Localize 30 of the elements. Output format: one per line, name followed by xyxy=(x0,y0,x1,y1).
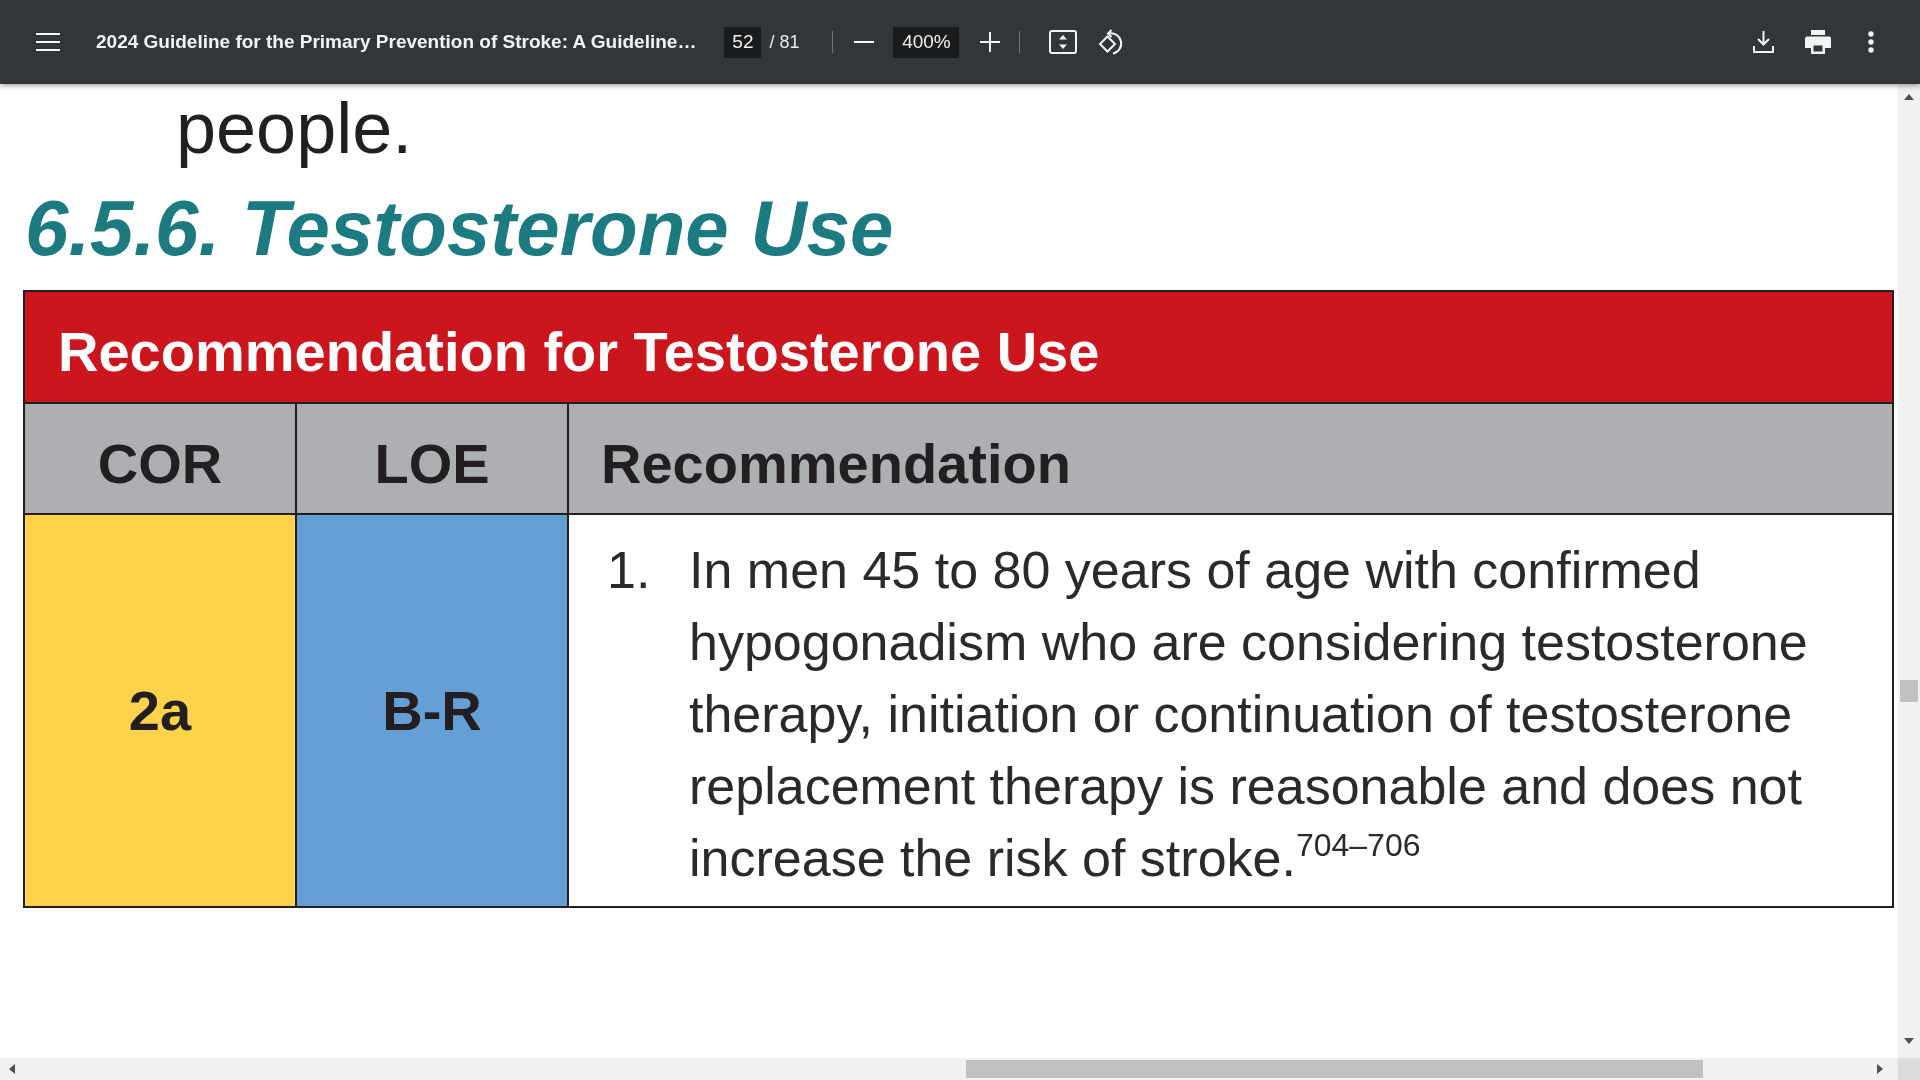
body-text: people. xyxy=(176,88,413,168)
scrollbar-thumb[interactable] xyxy=(1900,680,1918,702)
recommendation-text: In men 45 to 80 years of age with confirmed hypogonadism who are considering testosterone therapy, initiation or continuation of testosterone replacement therapy is reasonable and does not increase the risk of stroke.$^{704–706}$ xyxy=(689,540,1809,889)
scroll-right-arrow-icon[interactable] xyxy=(1877,1064,1883,1074)
section-heading: 6.5.6. Testosterone Use xyxy=(25,183,894,274)
scrollbar-corner xyxy=(1898,1058,1920,1080)
zoom-in-icon[interactable] xyxy=(980,32,1001,52)
more-options-icon[interactable] xyxy=(1868,31,1874,53)
scroll-left-arrow-icon[interactable] xyxy=(9,1064,15,1074)
scrollbar-thumb[interactable] xyxy=(966,1060,1703,1078)
fit-to-page-icon[interactable] xyxy=(1049,30,1078,54)
page-number-field[interactable]: 52 xyxy=(724,26,762,58)
column-header: COR xyxy=(25,404,295,513)
rotate-counterclockwise-icon[interactable] xyxy=(1098,29,1125,55)
class-of-recommendation-cell: 2a xyxy=(25,515,295,906)
menu-icon[interactable] xyxy=(36,33,60,51)
download-icon[interactable] xyxy=(1753,31,1774,53)
vertical-scrollbar[interactable] xyxy=(1898,84,1920,1058)
document-title: 2024 Guideline for the Primary Prevention of Stroke: A Guideline… xyxy=(96,31,697,53)
table-title: Recommendation for Testosterone Use xyxy=(25,292,1892,402)
print-icon[interactable] xyxy=(1805,30,1831,54)
page-count: / 81 xyxy=(769,31,800,53)
zoom-field[interactable]: 400% xyxy=(893,26,960,58)
level-of-evidence-cell: B-R xyxy=(297,515,567,906)
scroll-down-arrow-icon[interactable] xyxy=(1904,1038,1914,1044)
list-number: 1. xyxy=(607,540,652,601)
column-header: LOE xyxy=(297,404,567,513)
column-header: Recommendation xyxy=(569,404,1892,513)
horizontal-scrollbar[interactable] xyxy=(0,1058,1898,1080)
scroll-up-arrow-icon[interactable] xyxy=(1904,94,1914,100)
